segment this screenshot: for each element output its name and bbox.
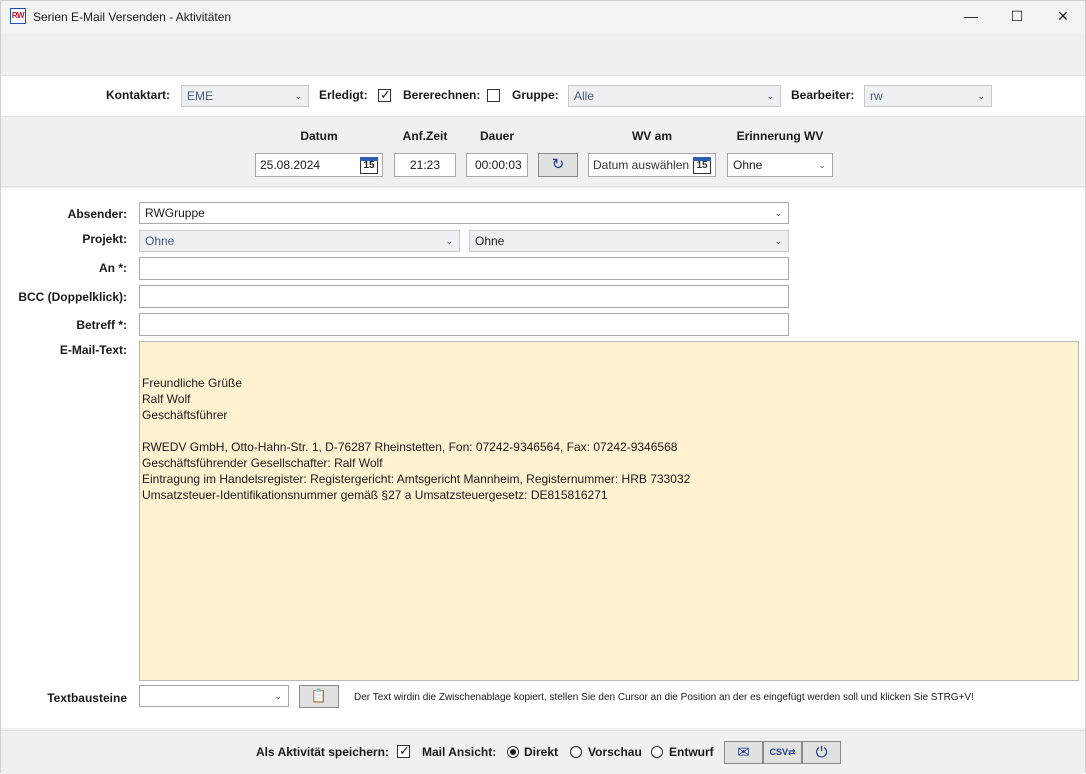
kontaktart-label: Kontaktart: xyxy=(106,88,171,102)
bottom-bar: Als Aktivität speichern: ✓ Mail Ansicht:… xyxy=(1,730,1085,774)
mail-ansicht-label: Mail Ansicht: xyxy=(422,745,497,759)
envelope-icon: ✉ xyxy=(737,744,750,761)
exit-button[interactable]: ⏻ xyxy=(802,741,841,764)
mail-form: Absender: RWGruppe ⌄ Projekt: Ohne ⌄ Ohn… xyxy=(1,188,1085,728)
absender-value: RWGruppe xyxy=(145,206,205,220)
radio-selected-dot xyxy=(510,749,516,755)
bererechnen-checkbox[interactable] xyxy=(487,89,500,102)
clipboard-hint: Der Text wirdin die Zwischenablage kopie… xyxy=(354,692,974,703)
betreff-label: Betreff *: xyxy=(76,318,127,332)
radio-direkt[interactable] xyxy=(507,746,519,758)
anfzeit-input[interactable]: 21:23 xyxy=(394,153,456,177)
datum-header: Datum xyxy=(300,129,338,143)
wv-date-picker[interactable]: Datum auswählen 15 xyxy=(588,153,716,177)
mail-text-line xyxy=(142,423,1076,439)
mail-text-line: Umsatzsteuer-Identifikationsnummer gemäß… xyxy=(142,488,608,502)
erledigt-checkbox[interactable]: ✓ xyxy=(378,87,391,102)
radio-vorschau-label: Vorschau xyxy=(588,745,642,759)
chevron-down-icon: ⌄ xyxy=(274,691,282,701)
projekt-label: Projekt: xyxy=(82,232,127,246)
datum-picker[interactable]: 25.08.2024 15 xyxy=(255,153,383,177)
maximize-button[interactable]: ☐ xyxy=(994,1,1040,33)
checkmark-icon: ✓ xyxy=(399,743,410,758)
projekt-select-1[interactable]: Ohne ⌄ xyxy=(139,230,460,252)
bearbeiter-select[interactable]: rw ⌄ xyxy=(864,85,992,107)
csv-export-button[interactable]: CSV⇄ xyxy=(763,741,802,764)
textbausteine-label: Textbausteine xyxy=(47,691,127,705)
projekt-select-2[interactable]: Ohne ⌄ xyxy=(469,230,789,252)
projekt-value-1: Ohne xyxy=(145,234,175,248)
title-bar: RW Serien E-Mail Versenden - Aktivitäten… xyxy=(1,1,1085,33)
calendar-icon[interactable]: 15 xyxy=(360,157,378,174)
kontaktart-value: EME xyxy=(187,89,214,103)
dauer-value: 00:00:03 xyxy=(475,158,522,172)
mail-text-line: RWEDV GmbH, Otto-Hahn-Str. 1, D-76287 Rh… xyxy=(142,440,678,454)
chevron-down-icon: ⌄ xyxy=(774,236,782,246)
minimize-button[interactable]: — xyxy=(948,1,994,33)
mail-text-line: Ralf Wolf xyxy=(142,392,191,406)
clipboard-icon: 📋 xyxy=(310,688,328,703)
bererechnen-label: Bererechnen: xyxy=(403,88,481,102)
refresh-icon: ↻ xyxy=(551,156,565,173)
gruppe-label: Gruppe: xyxy=(512,88,559,102)
absender-select[interactable]: RWGruppe ⌄ xyxy=(139,202,789,224)
wv-header: WV am xyxy=(631,129,672,143)
calendar-icon[interactable]: 15 xyxy=(693,157,711,174)
bearbeiter-label: Bearbeiter: xyxy=(791,88,855,102)
erinnerung-value: Ohne xyxy=(733,158,763,172)
csv-swap-icon: CSV⇄ xyxy=(769,747,796,757)
mail-text-line: Geschäftsführer xyxy=(142,408,228,422)
send-mail-button[interactable]: ✉ xyxy=(724,741,763,764)
close-button[interactable]: ✕ xyxy=(1040,1,1086,33)
als-aktivitaet-label: Als Aktivität speichern: xyxy=(256,745,389,759)
als-aktivitaet-checkbox[interactable]: ✓ xyxy=(397,743,410,758)
chevron-down-icon: ⌄ xyxy=(774,208,782,218)
bcc-input[interactable] xyxy=(139,285,789,308)
erinnerung-select[interactable]: Ohne ⌄ xyxy=(727,153,833,177)
radio-entwurf[interactable] xyxy=(651,746,663,758)
date-row: Datum Anf.Zeit Dauer WV am Erinnerung WV… xyxy=(1,118,1085,187)
radio-vorschau[interactable] xyxy=(570,746,582,758)
chevron-down-icon: ⌄ xyxy=(294,91,302,101)
mail-text-line: Geschäftsführender Gesellschafter: Ralf … xyxy=(142,456,383,470)
kontaktart-select[interactable]: EME ⌄ xyxy=(181,85,309,107)
refresh-button[interactable]: ↻ xyxy=(538,153,578,177)
projekt-value-2: Ohne xyxy=(475,234,505,248)
main-window: RW Serien E-Mail Versenden - Aktivitäten… xyxy=(0,0,1086,774)
radio-direkt-label: Direkt xyxy=(524,745,559,759)
an-input[interactable] xyxy=(139,257,789,280)
chevron-down-icon: ⌄ xyxy=(445,236,453,246)
dauer-header: Dauer xyxy=(479,129,514,143)
absender-label: Absender: xyxy=(67,207,127,221)
chevron-down-icon: ⌄ xyxy=(766,91,774,101)
mail-text-line: Eintragung im Handelsregister: Registerg… xyxy=(142,472,691,486)
app-logo-icon: RW xyxy=(10,8,26,24)
betreff-input[interactable] xyxy=(139,313,789,336)
gruppe-select[interactable]: Alle ⌄ xyxy=(568,85,781,107)
chevron-down-icon: ⌄ xyxy=(818,160,826,170)
toolbar-area xyxy=(1,33,1085,76)
anfzeit-value: 21:23 xyxy=(409,158,441,172)
bcc-label: BCC (Doppelklick): xyxy=(18,290,127,304)
filter-row: Kontaktart: EME ⌄ Erledigt: ✓ Bererechne… xyxy=(1,76,1085,117)
chevron-down-icon: ⌄ xyxy=(977,91,985,101)
gruppe-value: Alle xyxy=(574,89,595,103)
erinnerung-header: Erinnerung WV xyxy=(736,129,824,143)
textbausteine-select[interactable]: ⌄ xyxy=(139,685,289,707)
checkmark-icon: ✓ xyxy=(380,87,391,102)
window-title: Serien E-Mail Versenden - Aktivitäten xyxy=(33,10,232,24)
copy-to-clipboard-button[interactable]: 📋 xyxy=(299,685,339,708)
datum-value: 25.08.2024 xyxy=(260,158,321,172)
erledigt-label: Erledigt: xyxy=(319,88,368,102)
mail-text-line: Freundliche Grüße xyxy=(142,376,243,390)
an-label: An *: xyxy=(99,261,127,275)
bearbeiter-value: rw xyxy=(870,89,883,103)
mail-text-area[interactable]: Freundliche Grüße Ralf Wolf Geschäftsfüh… xyxy=(139,341,1079,681)
power-icon: ⏻ xyxy=(815,744,828,761)
mailtext-label: E-Mail-Text: xyxy=(59,343,127,357)
wv-value: Datum auswählen xyxy=(593,158,690,172)
anfzeit-header: Anf.Zeit xyxy=(402,129,448,143)
radio-entwurf-label: Entwurf xyxy=(669,745,714,759)
dauer-input[interactable]: 00:00:03 xyxy=(466,153,528,177)
